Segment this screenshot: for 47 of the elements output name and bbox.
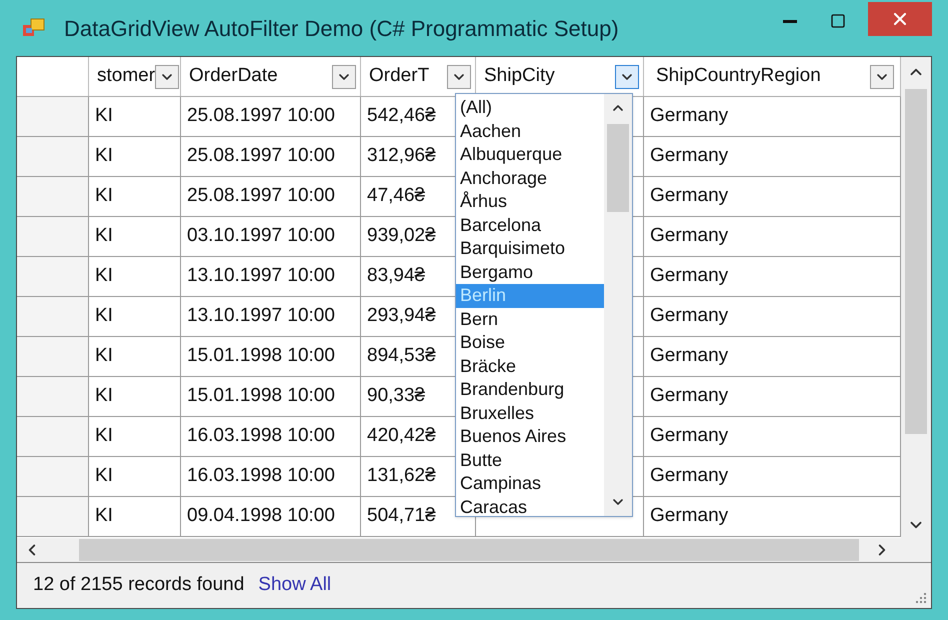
window-title: DataGridView AutoFilter Demo (C# Programmatic Setup)	[64, 14, 619, 43]
table-cell: 25.08.1997 10:00	[181, 97, 361, 136]
maximize-icon	[830, 13, 846, 29]
table-cell: KI	[89, 257, 181, 296]
vertical-scrollbar-thumb[interactable]	[905, 89, 927, 434]
column-header[interactable]: stomer	[89, 57, 181, 96]
filter-option[interactable]: Caracas	[456, 496, 604, 519]
table-cell: KI	[89, 217, 181, 256]
filter-dropdown-button[interactable]	[155, 64, 180, 88]
table-cell: KI	[89, 377, 181, 416]
table-cell: KI	[89, 177, 181, 216]
table-cell: 13.10.1997 10:00	[181, 257, 361, 296]
column-label: OrderDate	[189, 64, 279, 88]
column-header[interactable]: OrderDate	[181, 57, 361, 96]
filter-dropdown-button[interactable]	[332, 64, 356, 88]
close-button[interactable]	[868, 2, 932, 36]
list-scrollbar-thumb[interactable]	[607, 124, 629, 212]
status-text: 12 of 2155 records found	[33, 573, 244, 598]
filter-dropdown-button[interactable]	[870, 64, 894, 88]
column-label: OrderT	[369, 64, 430, 88]
table-cell: 15.01.1998 10:00	[181, 337, 361, 376]
minimize-icon	[783, 20, 797, 22]
column-label: ShipCity	[484, 64, 556, 88]
filter-dropdown-button[interactable]	[447, 64, 471, 88]
show-all-link[interactable]: Show All	[258, 571, 332, 600]
table-cell: 09.04.1998 10:00	[181, 497, 361, 536]
table-cell: KI	[89, 97, 181, 136]
table-cell: 25.08.1997 10:00	[181, 177, 361, 216]
table-cell: KI	[89, 337, 181, 376]
table-cell: 16.03.1998 10:00	[181, 417, 361, 456]
column-label: stomer	[97, 64, 156, 88]
app-icon	[22, 17, 46, 39]
filter-dropdown-button[interactable]	[615, 64, 639, 88]
table-cell: 03.10.1997 10:00	[181, 217, 361, 256]
horizontal-scrollbar-thumb[interactable]	[79, 539, 859, 561]
table-cell: 13.10.1997 10:00	[181, 297, 361, 336]
table-cell: KI	[89, 417, 181, 456]
resize-grip-icon[interactable]	[915, 592, 927, 604]
table-cell: KI	[89, 497, 181, 536]
table-cell: 16.03.1998 10:00	[181, 457, 361, 496]
table-cell: KI	[89, 297, 181, 336]
table-cell: 15.01.1998 10:00	[181, 377, 361, 416]
table-cell: KI	[89, 137, 181, 176]
table-cell: 25.08.1997 10:00	[181, 137, 361, 176]
table-cell: KI	[89, 457, 181, 496]
column-label: ShipCountryRegion	[656, 64, 822, 88]
column-header[interactable]: ShipCountryRegion	[644, 57, 901, 96]
